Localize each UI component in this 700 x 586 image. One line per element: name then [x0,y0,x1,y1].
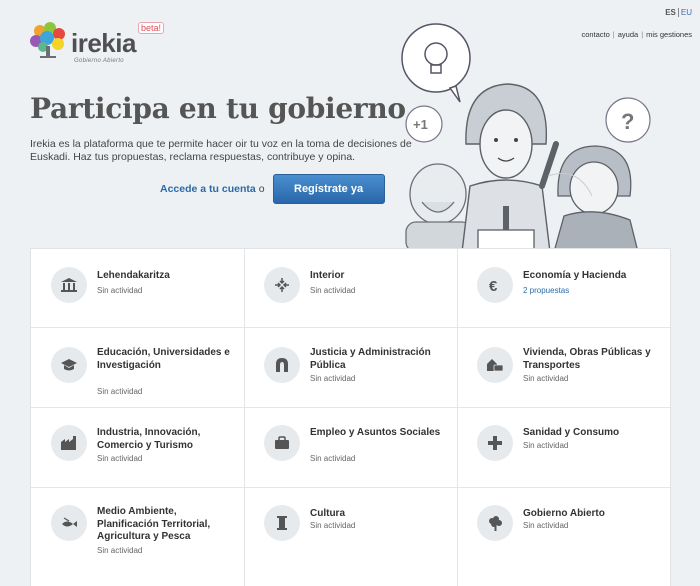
svg-text:€: € [489,278,498,294]
department-name: Cultura [310,508,345,519]
department-economia[interactable]: € Economía y Hacienda 2 propuestas [457,249,670,327]
department-status: Sin actividad [97,454,143,463]
department-name: Vivienda, Obras Públicas y Transportes [523,347,651,371]
building-icon [51,267,87,303]
cross-icon [477,425,513,461]
irekia-logo[interactable]: irekia beta! Gobierno Abierto [30,22,165,64]
page: irekia beta! Gobierno Abierto ES EU conta… [0,0,700,586]
right-woman-figure [553,145,639,252]
or-text: o [258,183,265,195]
hero-description: Irekia es la plataforma que te permite h… [30,138,412,163]
department-status: Sin actividad [310,454,356,463]
department-name: Empleo y Asuntos Sociales [310,427,441,438]
fish-icon [51,505,87,541]
department-educacion[interactable]: Educación, Universidades e Investigación… [31,327,244,407]
arch-icon [264,347,300,383]
plus-one-bubble: +1 [405,105,443,143]
department-name: Educación, Universidades e Investigación [97,347,230,371]
factory-icon [51,425,87,461]
hero-cta: Accede a tu cuenta o Regístrate ya [160,174,385,204]
tree-icon [477,505,513,541]
briefcase-icon [264,425,300,461]
department-status: Sin actividad [523,521,569,530]
left-man-figure [405,163,473,252]
department-name: Economía y Hacienda [523,270,627,281]
departments-grid: Lehendakaritza Sin actividad Interior Si… [30,248,671,586]
department-name: Justicia y Administración Pública [310,347,431,371]
department-status: Sin actividad [523,441,569,450]
department-status: Sin actividad [97,387,143,396]
department-status: Sin actividad [310,286,356,295]
department-name: Lehendakaritza [97,270,170,281]
department-name: Industria, Innovación, Comercio y Turism… [97,427,201,451]
department-proposals-link[interactable]: 2 propuestas [523,286,569,295]
department-status: Sin actividad [97,546,143,555]
department-status: Sin actividad [310,521,356,530]
column-icon [264,505,300,541]
citizens-illustration: +1 ? [401,23,651,252]
department-status: Sin actividad [523,374,569,383]
central-speaker-figure [461,83,559,252]
question-bubble: ? [605,97,651,143]
department-status: Sin actividad [97,286,143,295]
question-mark-text: ? [621,109,634,134]
department-sanidad[interactable]: Sanidad y Consumo Sin actividad [457,407,670,487]
logo-tree-icon [30,22,65,58]
department-industria[interactable]: Industria, Innovación, Comercio y Turism… [31,407,244,487]
department-name: Sanidad y Consumo [523,427,620,438]
department-name: Interior [310,270,345,281]
hero-title: Participa en tu gobierno. [30,92,415,125]
department-gobierno-abierto[interactable]: Gobierno Abierto Sin actividad [457,487,670,586]
lightbulb-bubble [401,23,471,103]
plus-one-text: +1 [413,117,428,132]
department-status: Sin actividad [310,374,356,383]
graduation-cap-icon [51,347,87,383]
department-justicia[interactable]: Justicia y Administración Pública Sin ac… [244,327,457,407]
department-interior[interactable]: Interior Sin actividad [244,249,457,327]
login-link[interactable]: Accede a tu cuenta [160,183,256,195]
department-vivienda[interactable]: Vivienda, Obras Públicas y Transportes S… [457,327,670,407]
department-lehendakaritza[interactable]: Lehendakaritza Sin actividad [31,249,244,327]
department-medio-ambiente[interactable]: Medio Ambiente, Planificación Territoria… [31,487,244,586]
euro-icon: € [477,267,513,303]
logo-wordmark: irekia [71,28,136,58]
arrows-in-icon [264,267,300,303]
department-name: Gobierno Abierto [523,508,605,519]
department-empleo[interactable]: Empleo y Asuntos Sociales Sin actividad [244,407,457,487]
beta-badge: beta! [138,22,165,34]
department-name: Medio Ambiente, Planificación Territoria… [97,506,211,542]
department-cultura[interactable]: Cultura Sin actividad [244,487,457,586]
house-bus-icon [477,347,513,383]
logo-tagline: Gobierno Abierto [74,58,124,64]
register-button[interactable]: Regístrate ya [272,174,385,204]
